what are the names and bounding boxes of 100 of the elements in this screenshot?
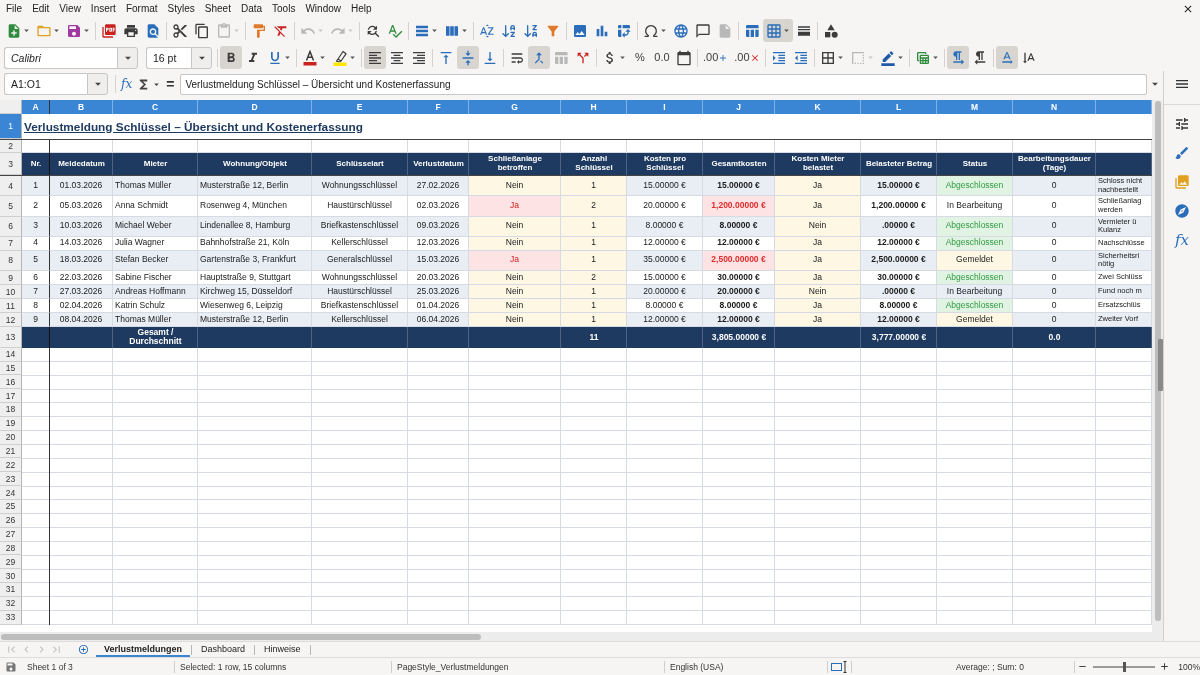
row-header[interactable]: 29 [0, 555, 22, 570]
table-cell: 08.04.2026 [50, 313, 113, 327]
sidebar-handle[interactable] [1158, 339, 1163, 391]
menu-item[interactable]: Format [120, 1, 163, 16]
column-header[interactable]: E [312, 100, 408, 114]
delete-decimal-button[interactable]: .00 [731, 46, 763, 69]
table-icon [553, 49, 569, 66]
row-header[interactable]: 22 [0, 458, 22, 473]
menu-item[interactable]: Edit [27, 1, 55, 16]
row-header[interactable]: 6 [0, 216, 22, 237]
sheet-tab[interactable]: Dashboard [193, 642, 254, 657]
table-header-cell-text: Gesamtkosten [710, 157, 768, 170]
column-header[interactable]: J [703, 100, 775, 114]
column-header[interactable]: A [22, 100, 50, 114]
menu-item[interactable]: Window [300, 1, 346, 16]
menu-item[interactable]: View [54, 1, 86, 16]
align-middle-button[interactable] [457, 46, 479, 69]
table-cell: In Bearbeitung [937, 196, 1013, 217]
table-cell: Stefan Becker [113, 250, 198, 271]
row-header[interactable]: 17 [0, 389, 22, 404]
row-header[interactable]: 12 [0, 313, 22, 327]
merge-center-button[interactable] [528, 46, 550, 69]
table-cell: 18.03.2026 [50, 250, 113, 271]
row-header[interactable]: 8 [0, 250, 22, 271]
scrollbar-thumb[interactable] [1, 633, 481, 640]
column-header[interactable]: L [861, 100, 937, 114]
percent-button[interactable]: % [629, 46, 651, 69]
vertical-scrollbar[interactable] [1152, 100, 1163, 632]
menu-item[interactable]: Tools [267, 1, 301, 16]
name-box[interactable]: A1:O1 [4, 73, 87, 95]
column-header[interactable]: F [408, 100, 469, 114]
menu-item[interactable]: File [1, 1, 28, 16]
rectangle-cursor-icon[interactable] [830, 660, 849, 673]
row-header[interactable]: 11 [0, 299, 22, 313]
table-cell: 8 [22, 299, 50, 313]
table-cell: Kirchweg 15, Düsseldorf [198, 285, 312, 299]
number-format-button[interactable]: 0.0 [651, 46, 673, 69]
functions-button[interactable]: fx [1170, 229, 1194, 251]
row-header[interactable]: 4 [0, 176, 22, 197]
row-header[interactable]: 1 [0, 114, 22, 139]
column-header[interactable]: C [113, 100, 198, 114]
table-cell: Katrin Schulz [113, 299, 198, 313]
page-magnifier-icon [145, 22, 161, 39]
menu-item[interactable]: Help [346, 1, 377, 16]
font-name-field[interactable]: Calibri [4, 46, 117, 69]
row-header[interactable]: 2 [0, 140, 22, 153]
table-cell: 12.00000 € [861, 313, 937, 327]
status-text: PageStyle_Verlustmeldungen [397, 661, 509, 672]
column-header[interactable]: I [627, 100, 703, 114]
row-header[interactable]: 30 [0, 569, 22, 584]
row-header[interactable]: 16 [0, 375, 22, 390]
row-header[interactable]: 23 [0, 472, 22, 487]
zoom-in-button[interactable] [1158, 660, 1171, 673]
column-header[interactable]: H [561, 100, 627, 114]
add-decimal-button[interactable]: .00 [700, 46, 732, 69]
row-header[interactable]: 24 [0, 486, 22, 500]
plus-icon [1158, 661, 1170, 672]
menu-item[interactable]: Insert [85, 1, 121, 16]
left-to-right-button[interactable] [946, 46, 969, 69]
zoom-slider-thumb[interactable] [1122, 661, 1126, 672]
menu-item[interactable]: Data [235, 1, 268, 16]
column-header[interactable]: G [469, 100, 561, 114]
bold-button[interactable] [220, 46, 242, 69]
menu-item[interactable]: Sheet [199, 1, 236, 16]
scrollbar-thumb[interactable] [1154, 101, 1161, 622]
table-cell: 25.03.2026 [408, 285, 469, 299]
table-cell: 0 [1013, 299, 1096, 313]
shapes-icon [823, 22, 839, 39]
column-header[interactable]: B [50, 100, 113, 114]
table-header-cell-text: Schließanlage betroffen [487, 153, 543, 174]
column-header[interactable]: D [198, 100, 312, 114]
row-header[interactable]: 10 [0, 285, 22, 299]
column-header[interactable]: K [775, 100, 861, 114]
row-header[interactable]: 3 [0, 153, 22, 175]
column-header[interactable]: M [937, 100, 1013, 114]
align-left-button[interactable] [364, 46, 386, 69]
row-header[interactable]: 31 [0, 583, 22, 597]
row-header[interactable]: 5 [0, 196, 22, 217]
font-size-field[interactable]: 16 pt [146, 46, 191, 69]
table-header-cell-text: Belasteter Betrag [864, 157, 934, 170]
sheet-tab[interactable]: Hinweise [256, 642, 309, 657]
add-sheet-button[interactable] [76, 642, 90, 657]
column-header[interactable]: N [1013, 100, 1096, 114]
formula-button[interactable]: = [163, 74, 178, 94]
table-cell: Nein [469, 271, 561, 285]
scissors-icon [172, 22, 188, 39]
formula-input[interactable]: Verlustmeldung Schlüssel – Übersicht und Kostenerfassung [180, 73, 1147, 95]
table-cell: 1 [22, 176, 50, 197]
row-header[interactable]: 13 [0, 327, 22, 348]
row-header[interactable]: 9 [0, 271, 22, 285]
globe-icon [673, 22, 689, 39]
table-cell: Kellerschlüssel [312, 313, 408, 327]
menu-item[interactable]: Styles [162, 1, 200, 16]
horizontal-scrollbar[interactable] [0, 632, 1163, 641]
empty-cell-grid[interactable] [22, 347, 1152, 625]
row-header[interactable]: 18 [0, 403, 22, 417]
page-icon [717, 22, 733, 39]
function-wizard-button[interactable]: fx [118, 74, 136, 94]
table-cell: 3 [22, 216, 50, 237]
text-direction-button[interactable] [995, 46, 1018, 69]
